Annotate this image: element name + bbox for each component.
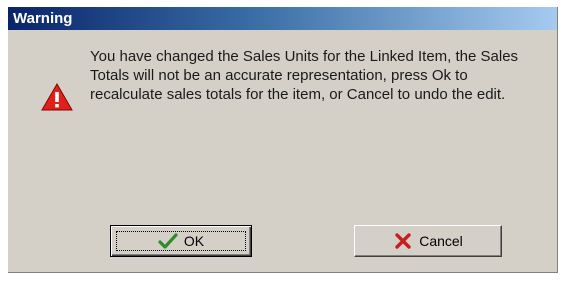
title-bar[interactable]: Warning xyxy=(8,7,557,30)
cancel-button[interactable]: Cancel xyxy=(354,225,502,257)
focus-rectangle xyxy=(116,231,246,251)
ok-button[interactable]: OK xyxy=(110,225,252,257)
warning-message: You have changed the Sales Units for the… xyxy=(90,48,519,103)
dialog-title: Warning xyxy=(13,10,73,27)
warning-icon xyxy=(41,82,73,111)
ok-button-label: OK xyxy=(183,233,205,249)
cancel-button-label: Cancel xyxy=(419,233,463,249)
red-x-icon xyxy=(395,233,411,249)
warning-dialog: Warning You have changed the Sales Units… xyxy=(8,7,558,273)
